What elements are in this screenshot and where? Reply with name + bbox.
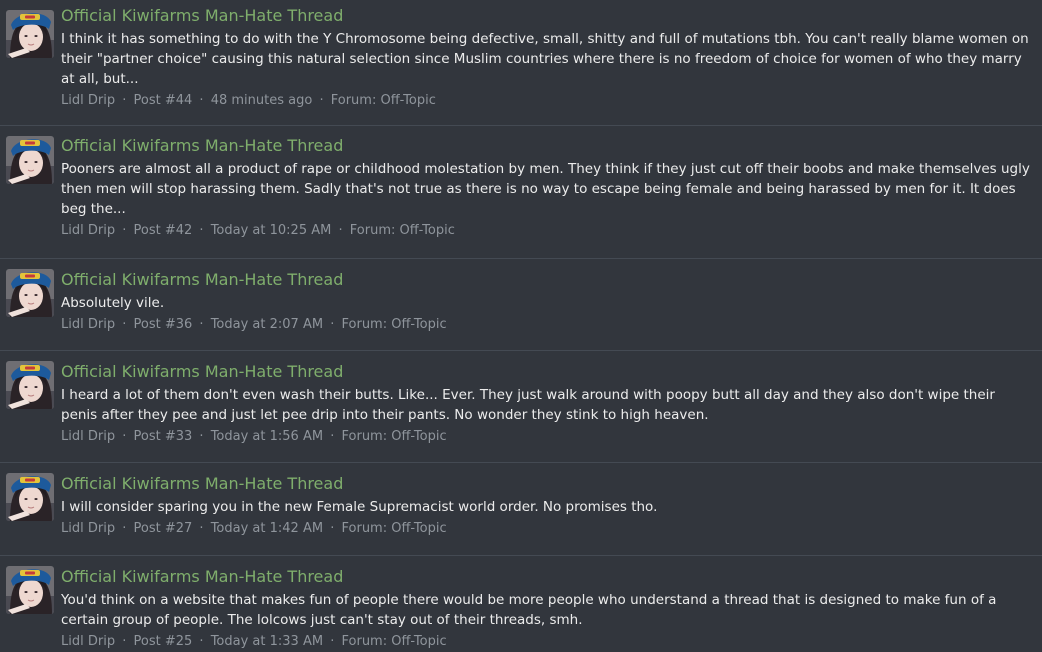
user-avatar[interactable] — [6, 566, 54, 614]
search-result-item: Official Kiwifarms Man-Hate Thread You'd… — [0, 556, 1042, 652]
search-result-item: Official Kiwifarms Man-Hate Thread Absol… — [0, 259, 1042, 351]
search-result-item: Official Kiwifarms Man-Hate Thread Poone… — [0, 126, 1042, 259]
post-time: Today at 1:42 AM — [210, 521, 324, 536]
post-number: Post #42 — [133, 223, 193, 238]
post-time: Today at 2:07 AM — [210, 317, 324, 332]
result-meta: Lidl Drip · Post #44 · 48 minutes ago · … — [61, 92, 1032, 110]
result-thread-title[interactable]: Official Kiwifarms Man-Hate Thread — [61, 363, 1032, 381]
meta-separator: · — [319, 93, 324, 108]
result-meta: Lidl Drip · Post #36 · Today at 2:07 AM … — [61, 316, 1032, 334]
search-result-item: Official Kiwifarms Man-Hate Thread I hea… — [0, 351, 1042, 463]
result-snippet: I will consider sparing you in the new F… — [61, 499, 658, 515]
post-number: Post #25 — [133, 634, 193, 649]
forum-link[interactable]: Forum: Off-Topic — [342, 521, 447, 536]
meta-separator: · — [199, 521, 204, 536]
author-link[interactable]: Lidl Drip — [61, 429, 115, 444]
meta-separator: · — [122, 521, 127, 536]
meta-separator: · — [330, 317, 335, 332]
user-avatar[interactable] — [6, 136, 54, 184]
user-avatar[interactable] — [6, 269, 54, 317]
result-thread-title[interactable]: Official Kiwifarms Man-Hate Thread — [61, 271, 1032, 289]
post-time: Today at 10:25 AM — [210, 223, 332, 238]
meta-separator: · — [122, 93, 127, 108]
forum-link[interactable]: Forum: Off-Topic — [350, 223, 455, 238]
search-result-item: Official Kiwifarms Man-Hate Thread I wil… — [0, 463, 1042, 556]
meta-separator: · — [199, 429, 204, 444]
meta-separator: · — [199, 634, 204, 649]
meta-separator: · — [199, 317, 204, 332]
user-avatar[interactable] — [6, 473, 54, 521]
author-link[interactable]: Lidl Drip — [61, 223, 115, 238]
result-meta: Lidl Drip · Post #25 · Today at 1:33 AM … — [61, 633, 1032, 651]
post-number: Post #36 — [133, 317, 193, 332]
meta-separator: · — [199, 223, 204, 238]
meta-separator: · — [330, 634, 335, 649]
result-snippet: I think it has something to do with the … — [61, 31, 1029, 87]
meta-separator: · — [330, 521, 335, 536]
result-thread-title[interactable]: Official Kiwifarms Man-Hate Thread — [61, 568, 1032, 586]
meta-separator: · — [122, 317, 127, 332]
result-thread-title[interactable]: Official Kiwifarms Man-Hate Thread — [61, 137, 1032, 155]
result-snippet: Absolutely vile. — [61, 295, 165, 311]
author-link[interactable]: Lidl Drip — [61, 93, 115, 108]
result-thread-title[interactable]: Official Kiwifarms Man-Hate Thread — [61, 7, 1032, 25]
forum-link[interactable]: Forum: Off-Topic — [331, 93, 436, 108]
meta-separator: · — [122, 223, 127, 238]
result-snippet: Pooners are almost all a product of rape… — [61, 161, 1030, 217]
post-number: Post #27 — [133, 521, 193, 536]
search-result-item: Official Kiwifarms Man-Hate Thread I thi… — [0, 0, 1042, 126]
meta-separator: · — [199, 93, 204, 108]
result-meta: Lidl Drip · Post #42 · Today at 10:25 AM… — [61, 222, 1032, 240]
result-meta: Lidl Drip · Post #33 · Today at 1:56 AM … — [61, 428, 1032, 446]
forum-link[interactable]: Forum: Off-Topic — [342, 429, 447, 444]
post-time: Today at 1:56 AM — [210, 429, 324, 444]
author-link[interactable]: Lidl Drip — [61, 521, 115, 536]
meta-separator: · — [122, 634, 127, 649]
meta-separator: · — [122, 429, 127, 444]
author-link[interactable]: Lidl Drip — [61, 317, 115, 332]
forum-link[interactable]: Forum: Off-Topic — [342, 317, 447, 332]
user-avatar[interactable] — [6, 10, 54, 58]
post-time: 48 minutes ago — [210, 93, 313, 108]
author-link[interactable]: Lidl Drip — [61, 634, 115, 649]
result-thread-title[interactable]: Official Kiwifarms Man-Hate Thread — [61, 475, 1032, 493]
result-snippet: I heard a lot of them don't even wash th… — [61, 387, 995, 423]
post-number: Post #33 — [133, 429, 193, 444]
search-results-list: Official Kiwifarms Man-Hate Thread I thi… — [0, 0, 1042, 652]
result-meta: Lidl Drip · Post #27 · Today at 1:42 AM … — [61, 520, 1032, 538]
user-avatar[interactable] — [6, 361, 54, 409]
meta-separator: · — [330, 429, 335, 444]
post-number: Post #44 — [133, 93, 193, 108]
result-snippet: You'd think on a website that makes fun … — [61, 592, 997, 628]
meta-separator: · — [338, 223, 343, 238]
forum-link[interactable]: Forum: Off-Topic — [342, 634, 447, 649]
post-time: Today at 1:33 AM — [210, 634, 324, 649]
